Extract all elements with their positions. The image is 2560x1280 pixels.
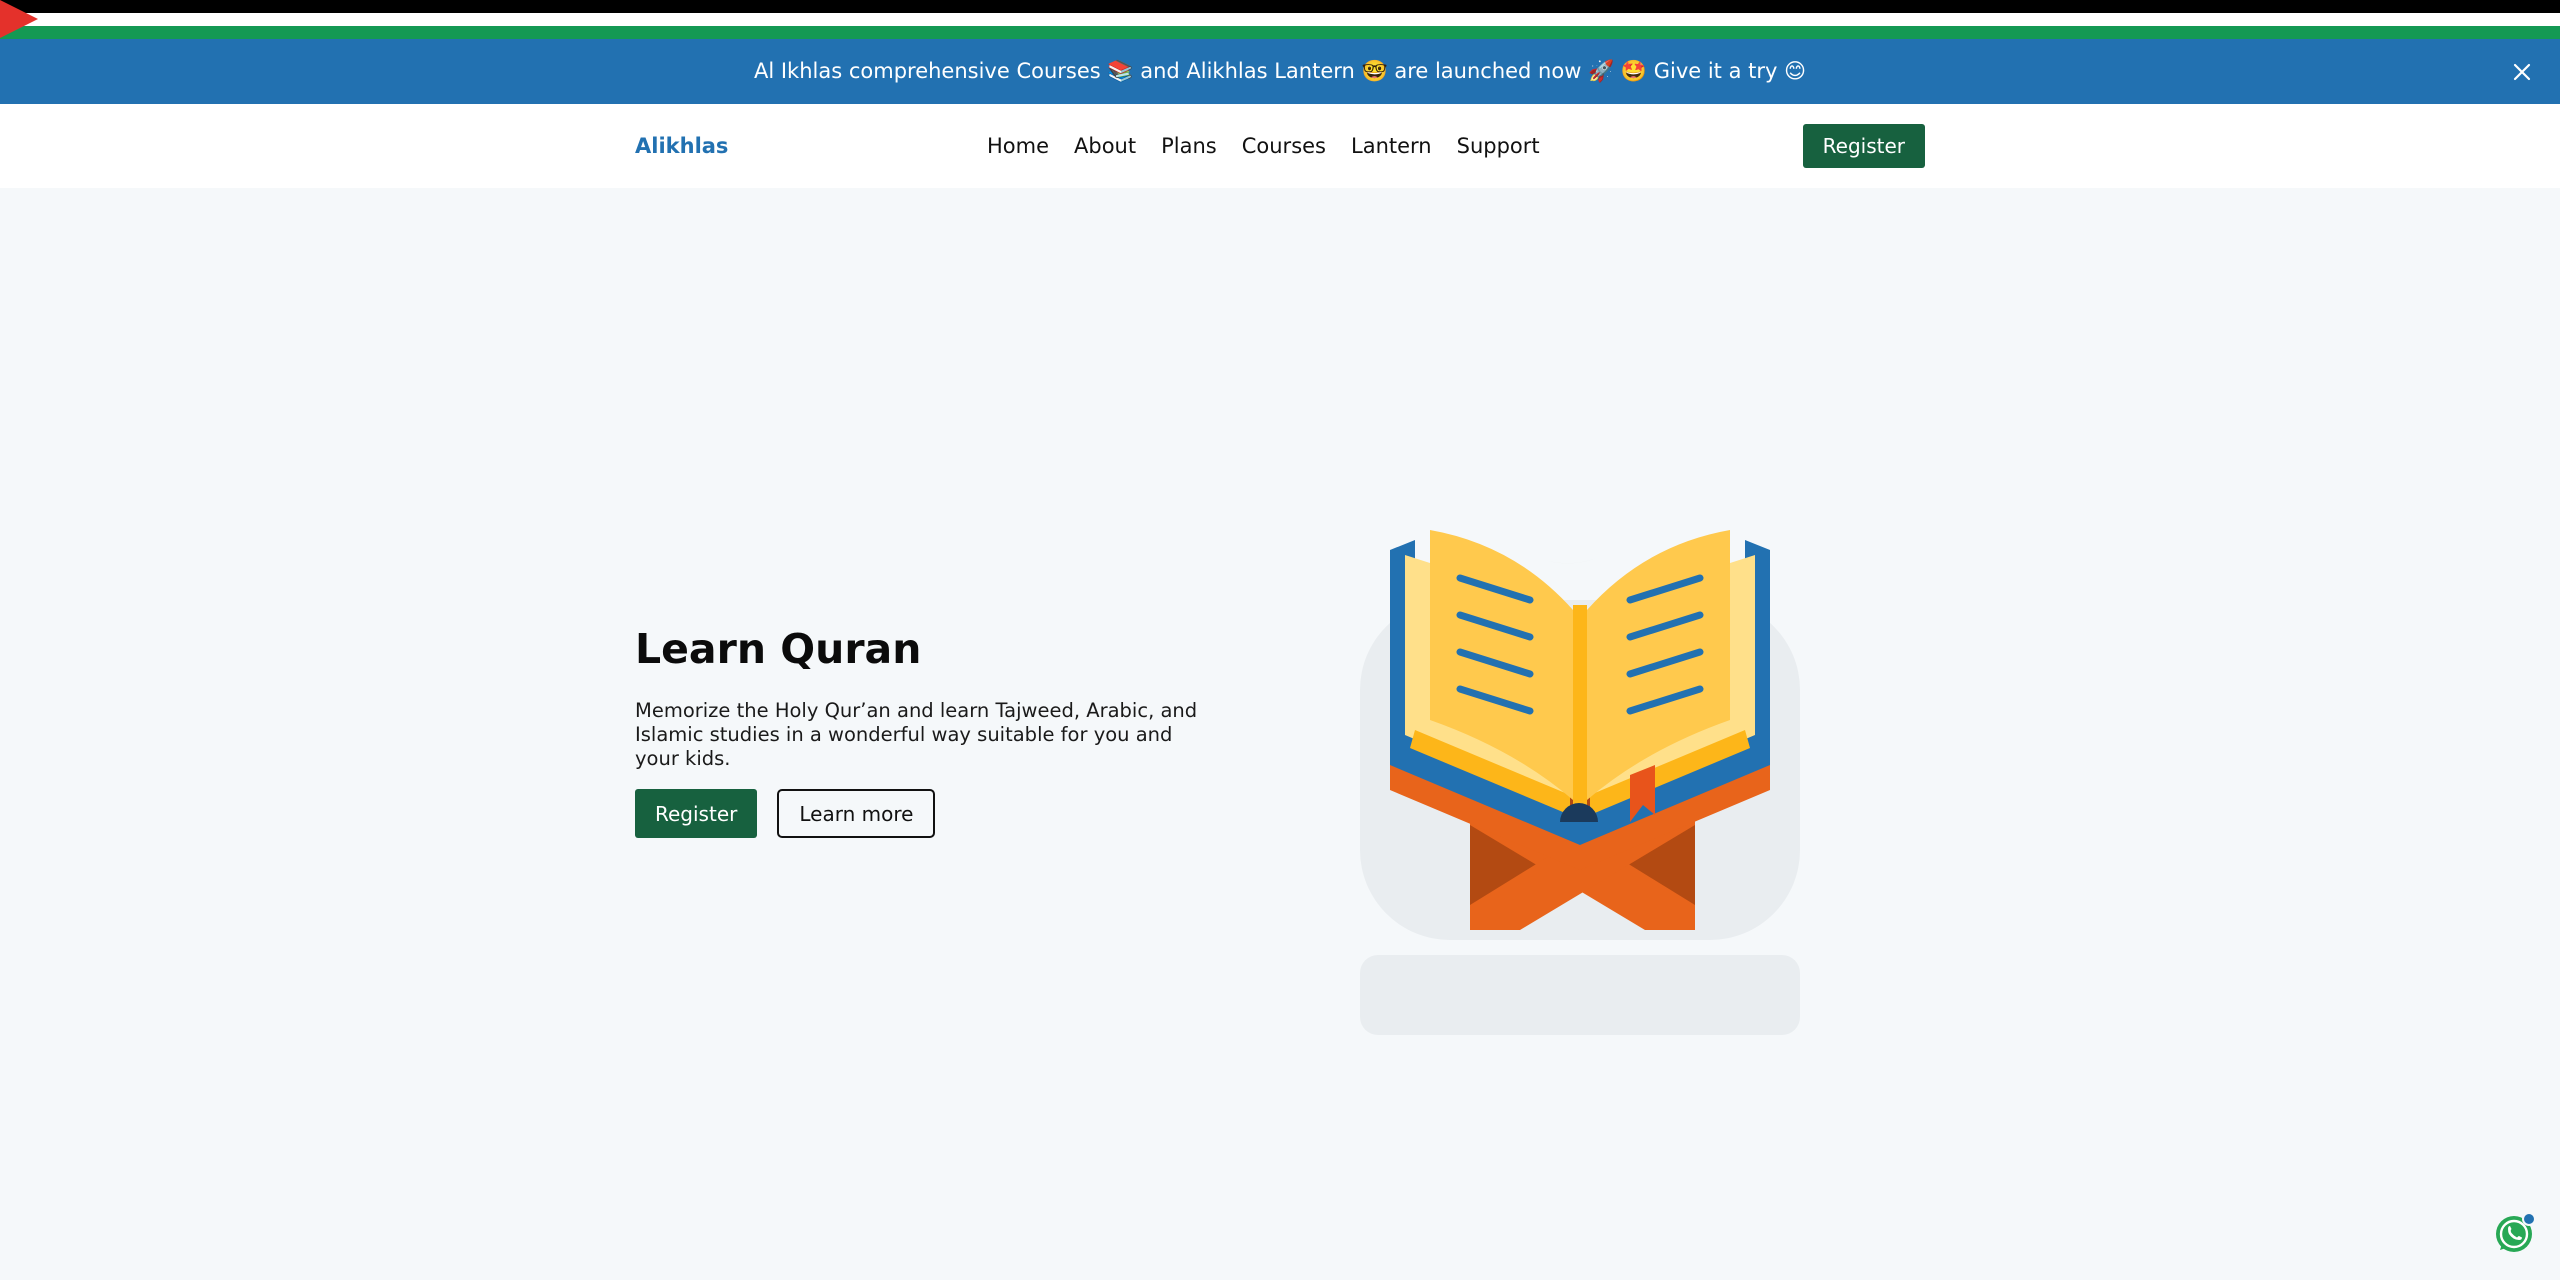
hero-title: Learn Quran	[635, 625, 922, 673]
nav-link-lantern[interactable]: Lantern	[1351, 134, 1432, 158]
nav-link-about[interactable]: About	[1074, 134, 1136, 158]
flag-triangle-red	[0, 0, 38, 38]
close-icon[interactable]	[2504, 54, 2540, 90]
navbar: Alikhlas Home About Plans Courses Lanter…	[0, 104, 2560, 188]
announcement-bar: Al Ikhlas comprehensive Courses 📚 and Al…	[0, 39, 2560, 104]
hero-description: Memorize the Holy Qur’an and learn Tajwe…	[635, 699, 1198, 770]
hero-buttons: Register Learn more	[635, 789, 1235, 838]
quran-book-icon	[1355, 430, 1805, 1035]
nav-links: Home About Plans Courses Lantern Support	[987, 134, 1540, 158]
hero-register-button[interactable]: Register	[635, 789, 758, 838]
notification-dot	[2522, 1212, 2536, 1226]
brand-logo[interactable]: Alikhlas	[635, 134, 728, 158]
nav-register-button[interactable]: Register	[1802, 124, 1925, 168]
hero-section: Learn Quran Memorize the Holy Qur’an and…	[635, 625, 1235, 838]
nav-link-support[interactable]: Support	[1457, 134, 1540, 158]
palestine-flag	[0, 0, 2560, 39]
flag-stripe-black	[0, 0, 2560, 13]
whatsapp-icon[interactable]	[2494, 1212, 2536, 1254]
nav-link-home[interactable]: Home	[987, 134, 1049, 158]
announcement-text: Al Ikhlas comprehensive Courses 📚 and Al…	[753, 59, 1806, 83]
nav-link-plans[interactable]: Plans	[1161, 134, 1217, 158]
flag-stripe-white	[0, 13, 2560, 26]
learn-more-button[interactable]: Learn more	[777, 789, 936, 838]
nav-link-courses[interactable]: Courses	[1242, 134, 1326, 158]
flag-stripe-green	[0, 26, 2560, 39]
